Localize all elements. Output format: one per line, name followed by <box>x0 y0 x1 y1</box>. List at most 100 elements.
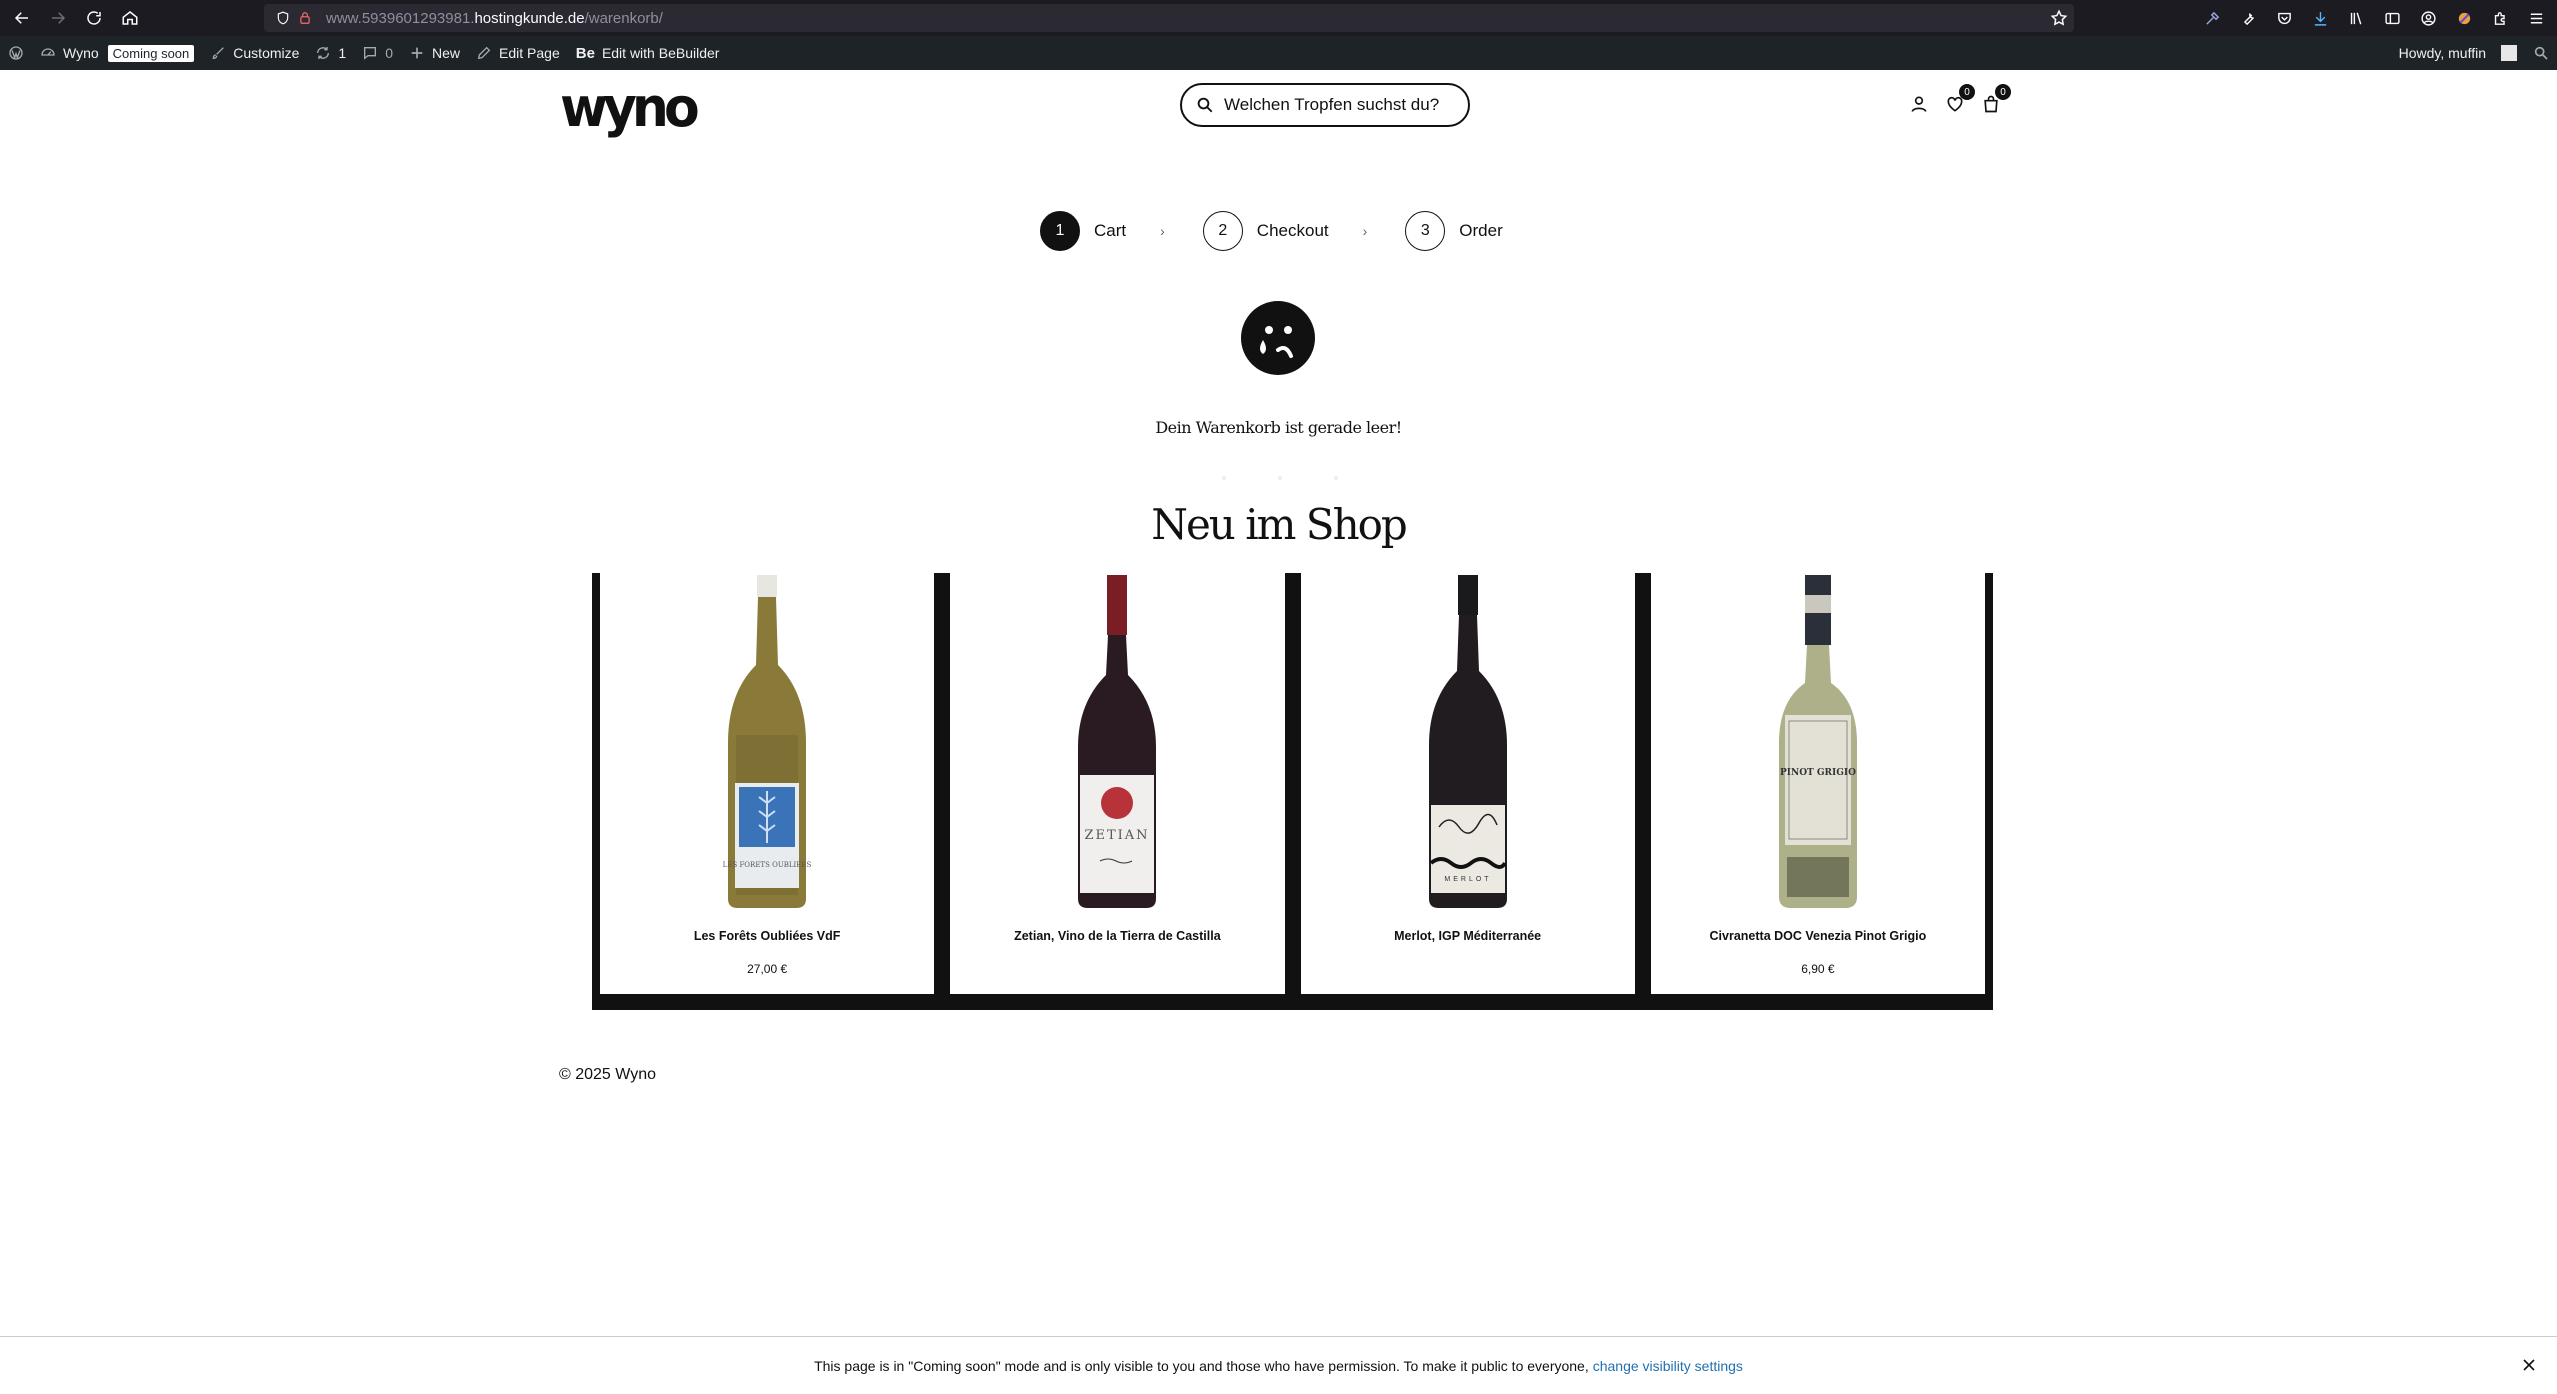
sidebar-button[interactable] <box>2379 5 2405 31</box>
wp-updates[interactable]: 1 <box>307 36 354 70</box>
wishlist-link[interactable]: 0 <box>1945 84 1975 114</box>
product-card[interactable]: PINOT GRIGIO Civranetta DOC Venezia Pino… <box>1650 573 1985 994</box>
account-link[interactable] <box>1909 94 1929 114</box>
wp-edit-bebuilder[interactable]: Be Edit with BeBuilder <box>568 36 728 70</box>
sad-face-icon <box>1241 301 1315 375</box>
avatar <box>2501 45 2517 61</box>
wordpress-logo-icon <box>9 46 23 60</box>
reload-button[interactable] <box>76 0 112 36</box>
step-cart[interactable]: 1 Cart <box>1040 211 1126 251</box>
new-label: New <box>432 45 461 61</box>
account-icon <box>2420 10 2436 26</box>
wp-admin-bar: Wyno Coming soon Customize 1 0 New Edit … <box>0 36 2557 70</box>
home-button[interactable] <box>112 0 148 36</box>
product-card[interactable]: MERLOT Merlot, IGP Méditerranée <box>1300 573 1635 994</box>
product-card[interactable]: ZETIAN Zetian, Vino de la Tierra de Cast… <box>950 573 1285 994</box>
close-icon[interactable] <box>2521 1357 2537 1373</box>
bottle-label-text: LES FORETS OUBLIEES <box>723 861 812 869</box>
step-number: 2 <box>1202 211 1243 251</box>
step-order[interactable]: 3 Order <box>1405 211 1503 251</box>
url-text: www.5939601293981.hostingkunde.de/warenk… <box>326 10 663 27</box>
download-icon <box>2314 11 2326 26</box>
wp-bar-right: Howdy, muffin <box>2391 36 2557 70</box>
lock-insecure-icon <box>300 12 310 24</box>
bookmark-star-icon[interactable] <box>2050 9 2068 27</box>
bottle-label-text: ZETIAN <box>1085 828 1150 843</box>
step-label: Order <box>1459 221 1503 240</box>
step-label: Cart <box>1094 221 1127 240</box>
shield-icon <box>277 11 289 25</box>
forward-button[interactable] <box>40 0 76 36</box>
new-in-shop-heading: Neu im Shop <box>1151 500 1408 549</box>
visibility-settings-link[interactable]: change visibility settings <box>1593 1358 1743 1374</box>
wine-bottle-image[interactable]: MERLOT <box>1423 575 1513 909</box>
account-button[interactable] <box>2415 5 2441 31</box>
extension-button[interactable] <box>2451 5 2477 31</box>
product-name[interactable]: Civranetta DOC Venezia Pinot Grigio <box>1651 929 1985 943</box>
site-name-label: Wyno <box>63 45 99 61</box>
arrow-left-icon <box>14 12 28 24</box>
wp-comments[interactable]: 0 <box>354 36 401 70</box>
wp-account[interactable]: Howdy, muffin <box>2391 36 2525 70</box>
bottle-label-text: MERLOT <box>1444 876 1491 883</box>
footer-copyright: © 2025 Wyno <box>559 1066 657 1083</box>
bebuilder-logo-icon: Be <box>575 44 595 62</box>
library-button[interactable] <box>2343 5 2369 31</box>
customize-label: Customize <box>233 45 300 61</box>
pocket-button[interactable] <box>2271 5 2297 31</box>
product-name[interactable]: Les Forêts Oubliées VdF <box>600 929 934 943</box>
browser-tools <box>2199 0 2549 36</box>
updates-icon <box>317 47 330 59</box>
comment-icon <box>364 47 377 60</box>
cart-link[interactable]: 0 <box>1981 84 2011 114</box>
search-input[interactable] <box>1224 95 1454 115</box>
hamburger-menu-icon <box>2530 13 2542 23</box>
chevron-right-icon: › <box>1160 223 1165 239</box>
arrow-right-icon <box>52 12 66 24</box>
wp-edit-page[interactable]: Edit Page <box>468 36 568 70</box>
wp-new[interactable]: New <box>401 36 468 70</box>
browser-toolbar: www.5939601293981.hostingkunde.de/warenk… <box>0 0 2557 36</box>
product-price: 6,90 € <box>1801 962 1835 976</box>
pencil-icon <box>477 46 491 60</box>
wine-bottle-image[interactable]: LES FORETS OUBLIEES <box>722 575 812 909</box>
menu-button[interactable] <box>2523 5 2549 31</box>
wine-bottle-image[interactable]: PINOT GRIGIO <box>1773 575 1863 909</box>
devtools-button[interactable] <box>2235 5 2261 31</box>
comments-count: 0 <box>385 45 394 61</box>
notice-text: This page is in "Coming soon" mode and i… <box>814 1357 1589 1374</box>
edit-page-label: Edit Page <box>499 45 560 61</box>
dashboard-icon <box>41 48 55 56</box>
color-picker-button[interactable] <box>2199 5 2225 31</box>
sidebar-icon <box>2384 12 2400 24</box>
cart-count-badge: 0 <box>1995 84 2011 100</box>
reload-icon <box>87 11 101 25</box>
product-card[interactable]: LES FORETS OUBLIEES Les Forêts Oubliées … <box>600 573 935 994</box>
pocket-icon <box>2277 12 2291 24</box>
wp-logo-menu[interactable] <box>0 36 32 70</box>
search-box[interactable] <box>1180 83 1470 127</box>
library-icon <box>2350 12 2361 24</box>
site-logo[interactable]: wyno <box>560 81 700 136</box>
wp-search[interactable] <box>2525 36 2557 70</box>
updates-count: 1 <box>338 45 347 61</box>
product-grid: LES FORETS OUBLIEES Les Forêts Oubliées … <box>592 573 1993 1010</box>
search-icon <box>1197 97 1213 113</box>
dot <box>1334 476 1338 480</box>
product-name[interactable]: Merlot, IGP Méditerranée <box>1301 929 1635 943</box>
wine-bottle-image[interactable]: ZETIAN <box>1072 575 1162 909</box>
coming-soon-badge: Coming soon <box>107 44 195 62</box>
extensions-button[interactable] <box>2487 5 2513 31</box>
wp-customize[interactable]: Customize <box>202 36 307 70</box>
address-bar[interactable]: www.5939601293981.hostingkunde.de/warenk… <box>264 4 2074 32</box>
edit-bebuilder-label: Edit with BeBuilder <box>601 45 720 61</box>
downloads-button[interactable] <box>2307 5 2333 31</box>
wp-site-name[interactable]: Wyno Coming soon <box>32 36 202 70</box>
product-name[interactable]: Zetian, Vino de la Tierra de Castilla <box>950 929 1284 943</box>
search-icon <box>2534 46 2548 60</box>
step-checkout[interactable]: 2 Checkout <box>1202 211 1329 251</box>
step-label: Checkout <box>1256 221 1329 240</box>
back-button[interactable] <box>4 0 40 36</box>
url-path: /warenkorb/ <box>584 9 663 27</box>
howdy-label: Howdy, muffin <box>2398 45 2486 61</box>
